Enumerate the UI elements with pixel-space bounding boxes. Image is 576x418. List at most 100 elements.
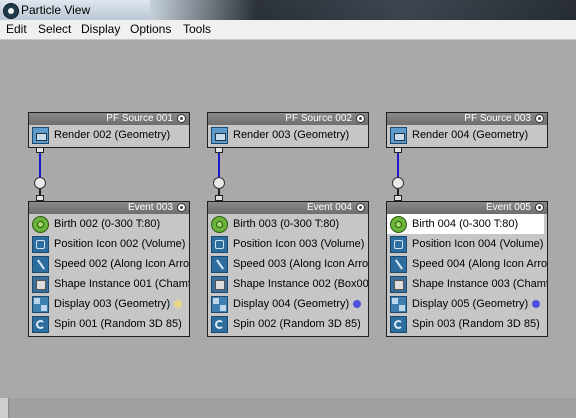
- speed-icon: [32, 256, 49, 273]
- operator-row[interactable]: Display 005 (Geometry): [387, 294, 547, 314]
- operator-row[interactable]: Render 003 (Geometry): [208, 125, 368, 145]
- position-icon: [32, 236, 49, 253]
- node-header[interactable]: PF Source 001: [29, 113, 189, 125]
- operator-label: Display 003 (Geometry): [54, 298, 171, 310]
- operator-label: Render 003 (Geometry): [233, 129, 350, 141]
- operator-label: Position Icon 004 (Volume): [412, 238, 544, 250]
- operator-label: Speed 004 (Along Icon Arro...: [412, 258, 547, 270]
- operator-row[interactable]: Speed 003 (Along Icon Arro...: [208, 254, 368, 274]
- operator-row[interactable]: Shape Instance 001 (Chamf...: [29, 274, 189, 294]
- operator-label: Speed 003 (Along Icon Arro...: [233, 258, 368, 270]
- pf-source-001-node[interactable]: PF Source 001 Render 002 (Geometry): [28, 112, 190, 148]
- operator-label: Shape Instance 003 (Chamf...: [412, 278, 547, 290]
- birth-icon: [211, 216, 228, 233]
- operator-label: Spin 003 (Random 3D 85): [412, 318, 540, 330]
- title-bar-background: [150, 0, 576, 20]
- node-header[interactable]: Event 005: [387, 202, 547, 214]
- light-bulb-icon[interactable]: [356, 203, 365, 212]
- operator-label: Position Icon 003 (Volume): [233, 238, 365, 250]
- node-header[interactable]: PF Source 003: [387, 113, 547, 125]
- input-connector[interactable]: [213, 177, 225, 189]
- birth-icon: [390, 216, 407, 233]
- node-title: Event 004: [306, 202, 352, 213]
- speed-icon: [390, 256, 407, 273]
- node-header[interactable]: Event 004: [208, 202, 368, 214]
- node-header[interactable]: PF Source 002: [208, 113, 368, 125]
- wire[interactable]: [218, 153, 220, 177]
- app-icon: [3, 3, 19, 19]
- operator-row[interactable]: Render 004 (Geometry): [387, 125, 547, 145]
- birth-icon: [32, 216, 49, 233]
- operator-row[interactable]: Birth 003 (0-300 T:80): [208, 214, 368, 234]
- display-icon: [32, 296, 49, 313]
- pf-source-002-node[interactable]: PF Source 002 Render 003 (Geometry): [207, 112, 369, 148]
- operator-row[interactable]: Birth 002 (0-300 T:80): [29, 214, 189, 234]
- operator-row[interactable]: Display 003 (Geometry): [29, 294, 189, 314]
- wire[interactable]: [397, 153, 399, 177]
- operator-row[interactable]: Shape Instance 002 (Box001): [208, 274, 368, 294]
- display-color-swatch[interactable]: [174, 300, 182, 308]
- display-color-swatch[interactable]: [353, 300, 361, 308]
- operator-label: Render 004 (Geometry): [412, 129, 529, 141]
- spin-icon: [32, 316, 49, 333]
- node-title: PF Source 002: [285, 113, 352, 124]
- display-icon: [390, 296, 407, 313]
- shape-instance-icon: [211, 276, 228, 293]
- operator-row[interactable]: Display 004 (Geometry): [208, 294, 368, 314]
- operator-row[interactable]: Speed 004 (Along Icon Arro...: [387, 254, 547, 274]
- render-icon: [32, 127, 49, 144]
- operator-row[interactable]: Shape Instance 003 (Chamf...: [387, 274, 547, 294]
- operator-label: Spin 001 (Random 3D 85): [54, 318, 182, 330]
- event-003-node[interactable]: Event 003 Birth 002 (0-300 T:80) Positio…: [28, 201, 190, 337]
- input-connector[interactable]: [392, 177, 404, 189]
- menu-select[interactable]: Select: [38, 22, 71, 36]
- event-004-node[interactable]: Event 004 Birth 003 (0-300 T:80) Positio…: [207, 201, 369, 337]
- pf-source-003-node[interactable]: PF Source 003 Render 004 (Geometry): [386, 112, 548, 148]
- operator-row[interactable]: Speed 002 (Along Icon Arro...: [29, 254, 189, 274]
- light-bulb-icon[interactable]: [535, 203, 544, 212]
- operator-label: Birth 002 (0-300 T:80): [54, 218, 161, 230]
- bottom-bar: [0, 398, 576, 418]
- shape-instance-icon: [390, 276, 407, 293]
- operator-row[interactable]: Spin 003 (Random 3D 85): [387, 314, 547, 334]
- operator-row[interactable]: Position Icon 003 (Volume): [208, 234, 368, 254]
- light-bulb-icon[interactable]: [535, 114, 544, 123]
- panel-resize-handle[interactable]: [0, 398, 9, 418]
- light-bulb-icon[interactable]: [177, 203, 186, 212]
- operator-label: Display 005 (Geometry): [412, 298, 529, 310]
- operator-label: Shape Instance 001 (Chamf...: [54, 278, 189, 290]
- menu-edit[interactable]: Edit: [6, 22, 27, 36]
- node-title: PF Source 003: [464, 113, 531, 124]
- operator-row[interactable]: Render 002 (Geometry): [29, 125, 189, 145]
- operator-row[interactable]: Position Icon 004 (Volume): [387, 234, 547, 254]
- operator-label: Speed 002 (Along Icon Arro...: [54, 258, 189, 270]
- input-connector[interactable]: [34, 177, 46, 189]
- light-bulb-icon[interactable]: [177, 114, 186, 123]
- operator-label: Birth 004 (0-300 T:80): [412, 218, 519, 230]
- node-header[interactable]: Event 003: [29, 202, 189, 214]
- light-bulb-icon[interactable]: [356, 114, 365, 123]
- spin-icon: [390, 316, 407, 333]
- operator-label: Birth 003 (0-300 T:80): [233, 218, 340, 230]
- shape-instance-icon: [32, 276, 49, 293]
- event-005-node[interactable]: Event 005 Birth 004 (0-300 T:80) Positio…: [386, 201, 548, 337]
- operator-label: Position Icon 002 (Volume): [54, 238, 186, 250]
- menu-tools[interactable]: Tools: [183, 22, 211, 36]
- operator-label: Shape Instance 002 (Box001): [233, 278, 368, 290]
- menu-display[interactable]: Display: [81, 22, 120, 36]
- operator-row[interactable]: Spin 001 (Random 3D 85): [29, 314, 189, 334]
- operator-row[interactable]: Position Icon 002 (Volume): [29, 234, 189, 254]
- speed-icon: [211, 256, 228, 273]
- menu-bar: Edit Select Display Options Tools: [0, 20, 576, 40]
- menu-options[interactable]: Options: [130, 22, 171, 36]
- node-title: Event 003: [127, 202, 173, 213]
- wire[interactable]: [39, 153, 41, 177]
- display-color-swatch[interactable]: [532, 300, 540, 308]
- operator-label: Render 002 (Geometry): [54, 129, 171, 141]
- operator-label: Spin 002 (Random 3D 85): [233, 318, 361, 330]
- operator-row-selected[interactable]: Birth 004 (0-300 T:80): [387, 214, 544, 234]
- operator-row[interactable]: Spin 002 (Random 3D 85): [208, 314, 368, 334]
- render-icon: [390, 127, 407, 144]
- node-title: PF Source 001: [106, 113, 173, 124]
- spin-icon: [211, 316, 228, 333]
